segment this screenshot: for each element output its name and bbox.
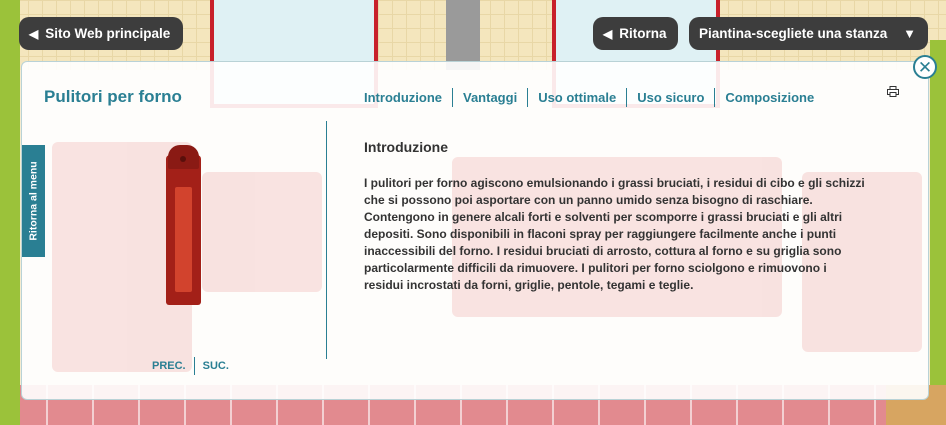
left-wall-strip [0, 0, 20, 425]
next-link[interactable]: SUC. [195, 357, 237, 375]
back-button[interactable]: ◀ Ritorna [593, 17, 678, 50]
prev-link[interactable]: PREC. [152, 357, 195, 375]
back-to-menu-label: Ritorna al menu [27, 161, 40, 241]
arrow-down-icon: ▼ [903, 26, 916, 41]
tab-introduzione[interactable]: Introduzione [364, 88, 452, 107]
tab-uso-ottimale[interactable]: Uso ottimale [527, 88, 626, 107]
room-plan-label: Piantina-scegliete una stanza [699, 26, 888, 41]
tab-composizione[interactable]: Composizione [714, 88, 824, 107]
room-plan-dropdown[interactable]: Piantina-scegliete una stanza ▼ [689, 17, 928, 50]
tab-vantaggi[interactable]: Vantaggi [452, 88, 527, 107]
section-body-text: I pulitori per forno agiscono emulsionan… [364, 176, 865, 292]
section-tabs: Introduzione Vantaggi Uso ottimale Uso s… [364, 88, 824, 107]
close-icon[interactable]: ✕ [913, 55, 937, 79]
main-site-label: Sito Web principale [45, 26, 171, 41]
tab-uso-sicuro[interactable]: Uso sicuro [626, 88, 714, 107]
section-heading: Introduzione [364, 139, 448, 155]
right-wall-strip [930, 40, 946, 425]
print-icon[interactable] [887, 86, 899, 100]
back-label: Ritorna [619, 26, 667, 41]
arrow-left-icon: ◀ [29, 26, 39, 41]
product-title: Pulitori per forno [44, 87, 182, 106]
range-hood [446, 0, 480, 70]
oven-cleaner-spray-can-image [166, 145, 201, 305]
product-pager: PREC. SUC. [152, 357, 237, 375]
back-to-menu-tab[interactable]: Ritorna al menu [22, 145, 45, 257]
arrow-left-icon: ◀ [603, 26, 613, 41]
main-site-button[interactable]: ◀ Sito Web principale [19, 17, 183, 50]
vertical-divider [326, 121, 327, 359]
